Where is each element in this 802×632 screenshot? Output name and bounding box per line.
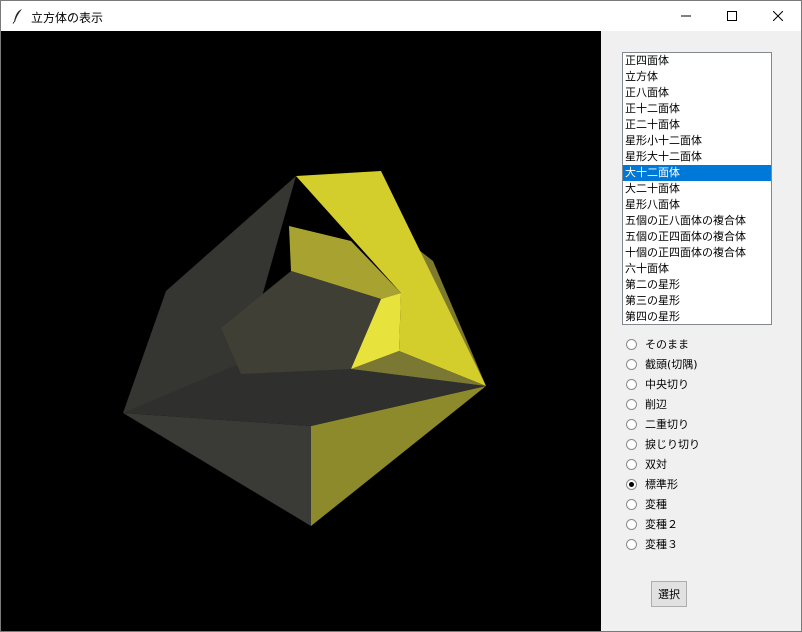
- radio-label: 変種: [645, 498, 667, 511]
- radio-button[interactable]: [626, 338, 637, 350]
- list-item[interactable]: 星形大十二面体: [623, 149, 771, 165]
- radio-label: そのまま: [645, 338, 689, 351]
- radio-label: 変種３: [645, 538, 678, 551]
- radio-option[interactable]: 削辺: [626, 394, 667, 414]
- radio-button[interactable]: [626, 418, 637, 430]
- list-item[interactable]: 正八面体: [623, 85, 771, 101]
- list-item[interactable]: 五個の正四面体の複合体: [623, 229, 771, 245]
- radio-button[interactable]: [626, 398, 637, 410]
- control-panel: 正四面体 立方体 正八面体 正十二面体 正二十面体 星形小十二面体 星形大十二面体 大十二面体…: [601, 31, 801, 631]
- radio-button[interactable]: [626, 478, 637, 490]
- app-window: 立方体の表示 正四面体 立方体 正八面体 正十二面体 正二十面体 星形小十二面体 星形大十二…: [0, 0, 802, 632]
- polyhedron-render: [1, 31, 601, 631]
- list-item[interactable]: 正二十面体: [623, 117, 771, 133]
- minimize-icon: [681, 15, 691, 17]
- list-item[interactable]: 十個の正四面体の複合体: [623, 245, 771, 261]
- title-bar[interactable]: 立方体の表示: [1, 1, 801, 31]
- radio-button[interactable]: [626, 378, 637, 390]
- radio-option[interactable]: 変種３: [626, 534, 678, 554]
- list-item[interactable]: 第四の星形: [623, 309, 771, 324]
- polyhedron-canvas[interactable]: [1, 31, 601, 631]
- list-item[interactable]: 星形八面体: [623, 197, 771, 213]
- list-item[interactable]: 大十二面体: [623, 165, 771, 181]
- radio-option[interactable]: そのまま: [626, 334, 689, 354]
- radio-label: 截頭(切隅): [645, 358, 698, 371]
- list-item[interactable]: 正四面体: [623, 53, 771, 69]
- list-item[interactable]: 正十二面体: [623, 101, 771, 117]
- list-item[interactable]: 第三の星形: [623, 293, 771, 309]
- polyhedra-listbox[interactable]: 正四面体 立方体 正八面体 正十二面体 正二十面体 星形小十二面体 星形大十二面体 大十二面体…: [622, 52, 772, 325]
- list-item[interactable]: 立方体: [623, 69, 771, 85]
- radio-label: 変種２: [645, 518, 678, 531]
- radio-label: 削辺: [645, 398, 667, 411]
- radio-option[interactable]: 標準形: [626, 474, 678, 494]
- radio-button[interactable]: [626, 358, 637, 370]
- radio-button[interactable]: [626, 538, 637, 550]
- radio-button[interactable]: [626, 458, 637, 470]
- maximize-icon: [727, 11, 737, 21]
- list-item[interactable]: 六十面体: [623, 261, 771, 277]
- list-item[interactable]: 星形小十二面体: [623, 133, 771, 149]
- radio-option[interactable]: 変種: [626, 494, 667, 514]
- radio-option[interactable]: 双対: [626, 454, 667, 474]
- close-button[interactable]: [755, 1, 801, 31]
- radio-option[interactable]: 截頭(切隅): [626, 354, 698, 374]
- select-button[interactable]: 選択: [651, 581, 687, 607]
- radio-button[interactable]: [626, 498, 637, 510]
- minimize-button[interactable]: [663, 1, 709, 31]
- list-item[interactable]: 大二十面体: [623, 181, 771, 197]
- radio-label: 捩じり切り: [645, 438, 700, 451]
- radio-option[interactable]: 変種２: [626, 514, 678, 534]
- window-title: 立方体の表示: [31, 11, 104, 25]
- radio-label: 二重切り: [645, 418, 689, 431]
- list-item[interactable]: 第二の星形: [623, 277, 771, 293]
- radio-option[interactable]: 中央切り: [626, 374, 689, 394]
- radio-label: 標準形: [645, 478, 678, 491]
- maximize-button[interactable]: [709, 1, 755, 31]
- radio-option[interactable]: 二重切り: [626, 414, 689, 434]
- radio-option[interactable]: 捩じり切り: [626, 434, 700, 454]
- radio-label: 双対: [645, 458, 667, 471]
- list-item[interactable]: 五個の正八面体の複合体: [623, 213, 771, 229]
- radio-button[interactable]: [626, 518, 637, 530]
- radio-button[interactable]: [626, 438, 637, 450]
- feather-icon: [12, 9, 22, 24]
- close-icon: [773, 11, 783, 21]
- radio-label: 中央切り: [645, 378, 689, 391]
